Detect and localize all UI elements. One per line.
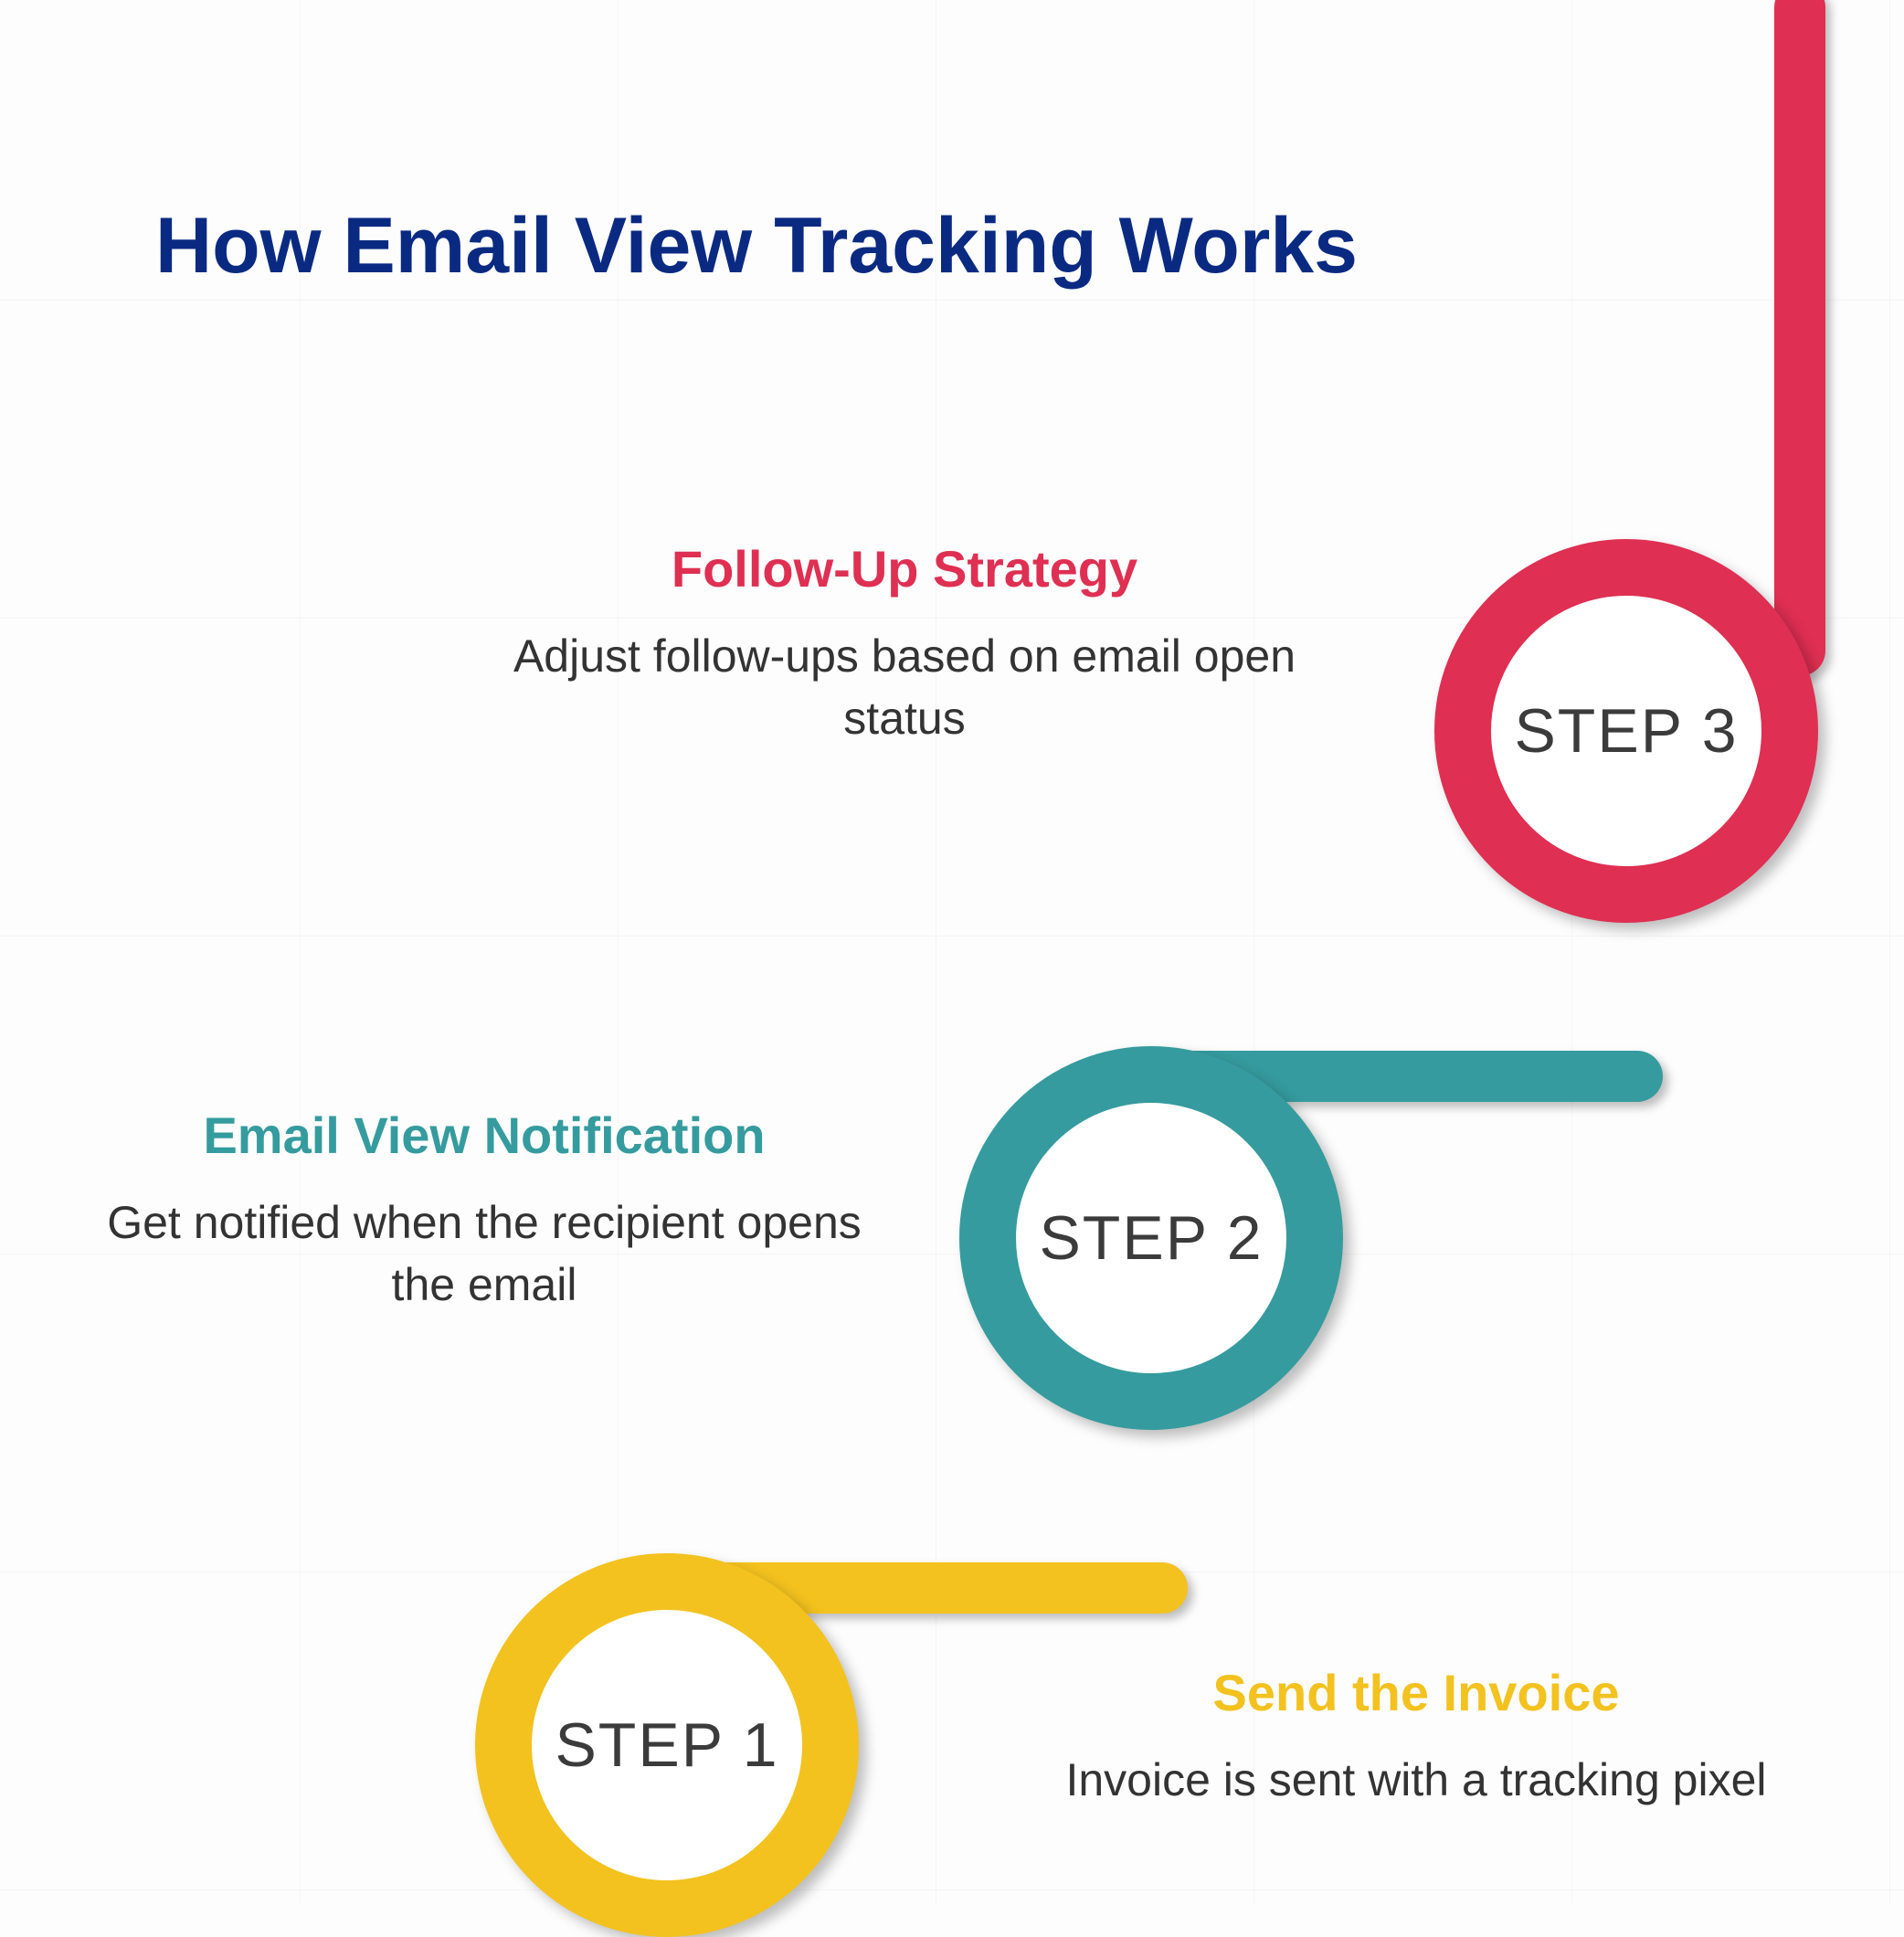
step-1-description: Invoice is sent with a tracking pixel	[1023, 1750, 1809, 1812]
step-3-label: STEP 3	[1514, 695, 1738, 767]
step-3-heading: Follow-Up Strategy	[448, 539, 1361, 598]
step-1-heading: Send the Invoice	[1023, 1663, 1809, 1722]
step-2-description: Get notified when the recipient opens th…	[73, 1192, 895, 1316]
step-1-label: STEP 1	[555, 1709, 778, 1781]
step-1-circle: STEP 1	[475, 1553, 859, 1937]
step-2-circle: STEP 2	[959, 1046, 1343, 1430]
step-3-description: Adjust follow-ups based on email open st…	[448, 626, 1361, 749]
step-2-heading: Email View Notification	[73, 1106, 895, 1165]
step-2-label: STEP 2	[1039, 1202, 1263, 1274]
step-2-text: Email View Notification Get notified whe…	[73, 1106, 895, 1316]
step-3-circle: STEP 3	[1434, 539, 1818, 923]
step-3-text: Follow-Up Strategy Adjust follow-ups bas…	[448, 539, 1361, 749]
connector-step3-top	[1774, 0, 1825, 676]
step-1-text: Send the Invoice Invoice is sent with a …	[1023, 1663, 1809, 1812]
page-title: How Email View Tracking Works	[155, 201, 1358, 291]
